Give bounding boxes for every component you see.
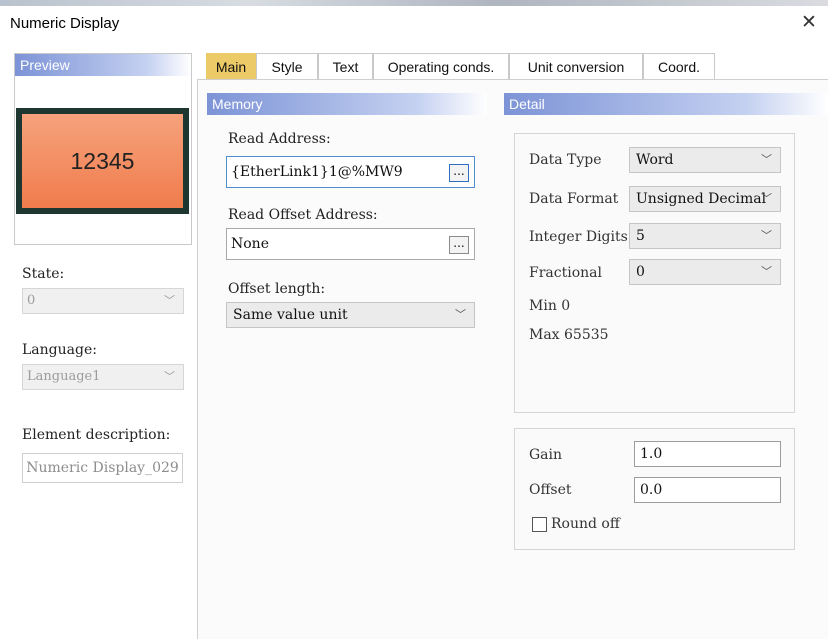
fractional-value: 0 (636, 264, 645, 280)
tab-text[interactable]: Text (318, 53, 373, 80)
element-description-field: Numeric Display_029 (22, 453, 183, 483)
language-select: Language1 ﹀ (22, 364, 184, 390)
tab-main[interactable]: Main (206, 53, 256, 80)
language-value: Language1 (27, 369, 101, 384)
offset-length-label: Offset length: (228, 281, 326, 297)
read-address-label: Read Address: (228, 131, 331, 147)
chevron-down-icon: ﹀ (761, 153, 772, 166)
read-offset-address-field[interactable]: None ... (226, 228, 475, 260)
window-title: Numeric Display (10, 15, 120, 32)
chevron-down-icon: ﹀ (761, 192, 772, 205)
tab-operating-conds[interactable]: Operating conds. (373, 53, 509, 80)
detail-header: Detail (504, 93, 828, 115)
title-bar (0, 6, 828, 42)
read-address-browse-button[interactable]: ... (449, 164, 469, 182)
state-label: State: (22, 266, 65, 282)
gain-field[interactable]: 1.0 (634, 441, 781, 467)
chevron-down-icon: ﹀ (761, 229, 772, 242)
close-icon[interactable]: ✕ (801, 11, 817, 34)
max-text: Max 65535 (529, 327, 609, 343)
tab-unit-conversion[interactable]: Unit conversion (509, 53, 643, 80)
fractional-select[interactable]: 0 ﹀ (629, 259, 781, 285)
element-description-label: Element description: (22, 427, 171, 443)
preview-display: 12345 (16, 108, 189, 214)
fractional-label: Fractional (529, 265, 602, 281)
chevron-down-icon: ﹀ (164, 294, 175, 307)
offset-length-value: Same value unit (233, 307, 348, 323)
offset-length-select[interactable]: Same value unit ﹀ (226, 302, 475, 328)
language-label: Language: (22, 342, 97, 358)
chevron-down-icon: ﹀ (455, 308, 466, 321)
integer-digits-select[interactable]: 5 ﹀ (629, 223, 781, 249)
read-offset-address-label: Read Offset Address: (228, 207, 378, 223)
offset-label: Offset (529, 482, 572, 498)
read-offset-address-value: None (231, 236, 269, 252)
data-type-label: Data Type (529, 152, 602, 168)
read-address-value: {EtherLink1}1@%MW9 (231, 164, 403, 180)
data-type-select[interactable]: Word ﹀ (629, 147, 781, 173)
round-off-label[interactable]: Round off (551, 516, 620, 532)
data-format-value: Unsigned Decimal (636, 191, 767, 207)
read-offset-browse-button[interactable]: ... (449, 236, 469, 254)
min-text: Min 0 (529, 298, 571, 314)
read-address-field[interactable]: {EtherLink1}1@%MW9 ... (226, 156, 475, 188)
data-format-label: Data Format (529, 191, 619, 207)
tab-bar: Main Style Text Operating conds. Unit co… (197, 53, 828, 80)
data-format-select[interactable]: Unsigned Decimal ﹀ (629, 186, 781, 212)
chevron-down-icon: ﹀ (164, 370, 175, 383)
integer-digits-label: Integer Digits (529, 229, 628, 245)
tab-style[interactable]: Style (256, 53, 318, 80)
memory-header: Memory (207, 93, 487, 115)
preview-header: Preview (15, 54, 191, 76)
integer-digits-value: 5 (636, 228, 645, 244)
offset-field[interactable]: 0.0 (634, 477, 781, 503)
chevron-down-icon: ﹀ (761, 265, 772, 278)
round-off-checkbox[interactable] (532, 517, 547, 532)
state-select: 0 ﹀ (22, 288, 184, 314)
data-type-value: Word (636, 152, 674, 168)
tab-coord[interactable]: Coord. (643, 53, 715, 80)
gain-label: Gain (529, 447, 563, 463)
preview-value: 12345 (22, 114, 183, 208)
state-value: 0 (27, 293, 36, 308)
